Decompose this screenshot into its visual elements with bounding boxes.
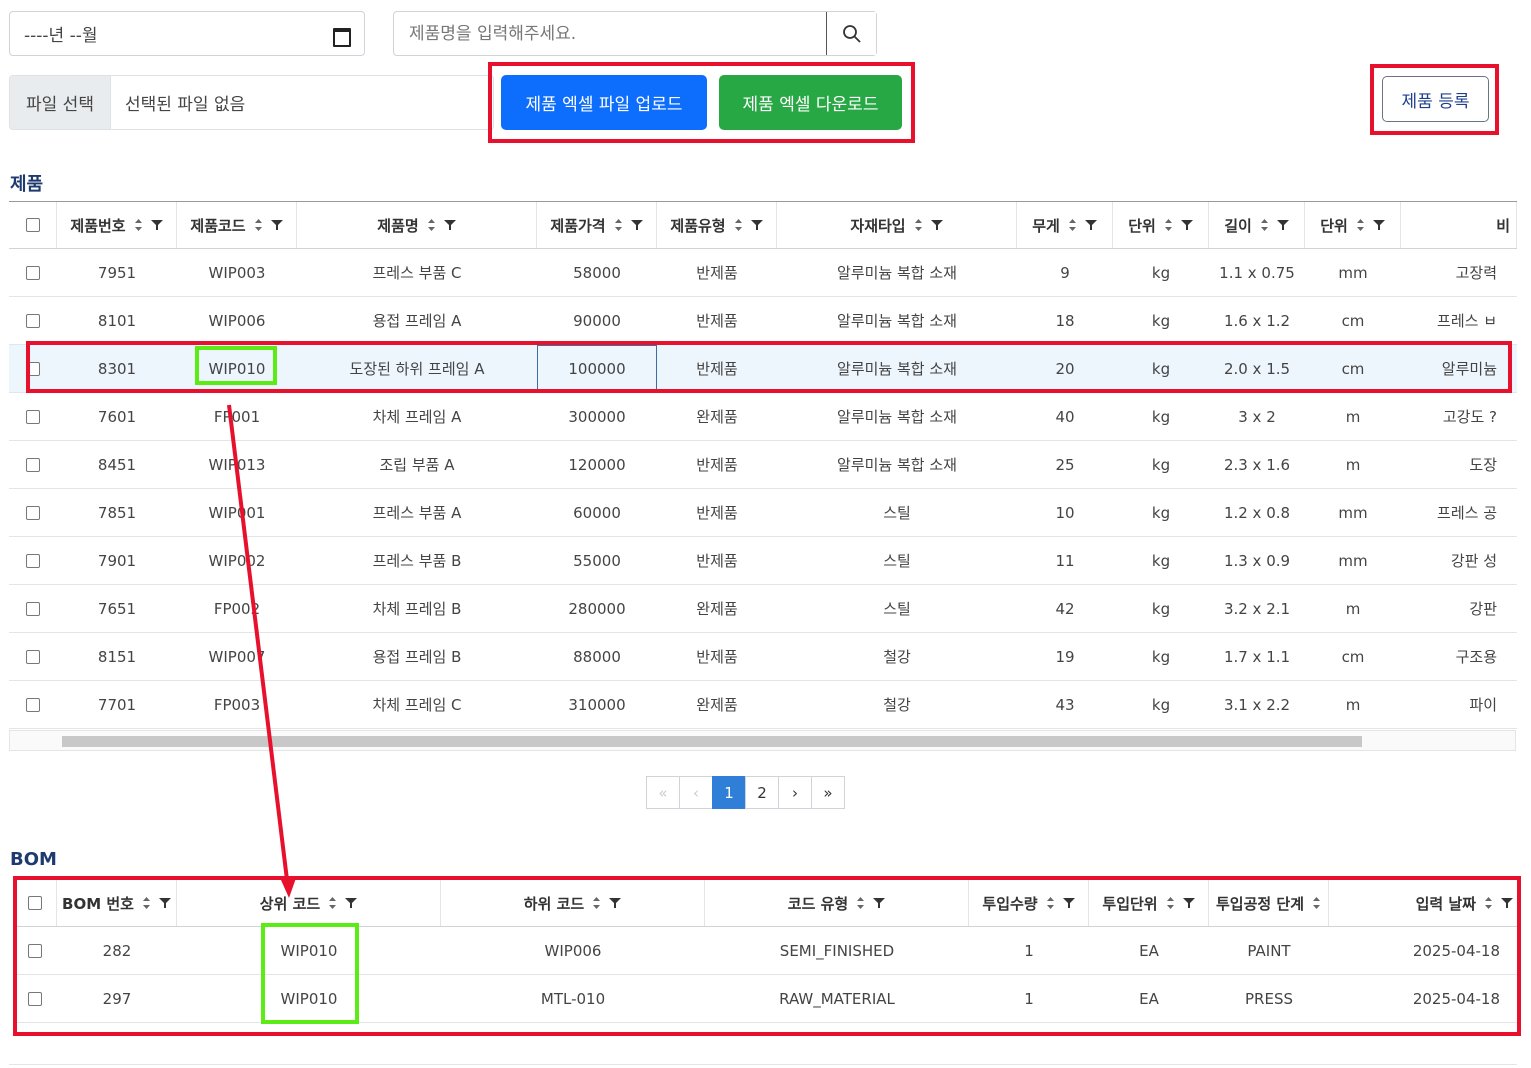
link-arrow xyxy=(227,404,296,898)
